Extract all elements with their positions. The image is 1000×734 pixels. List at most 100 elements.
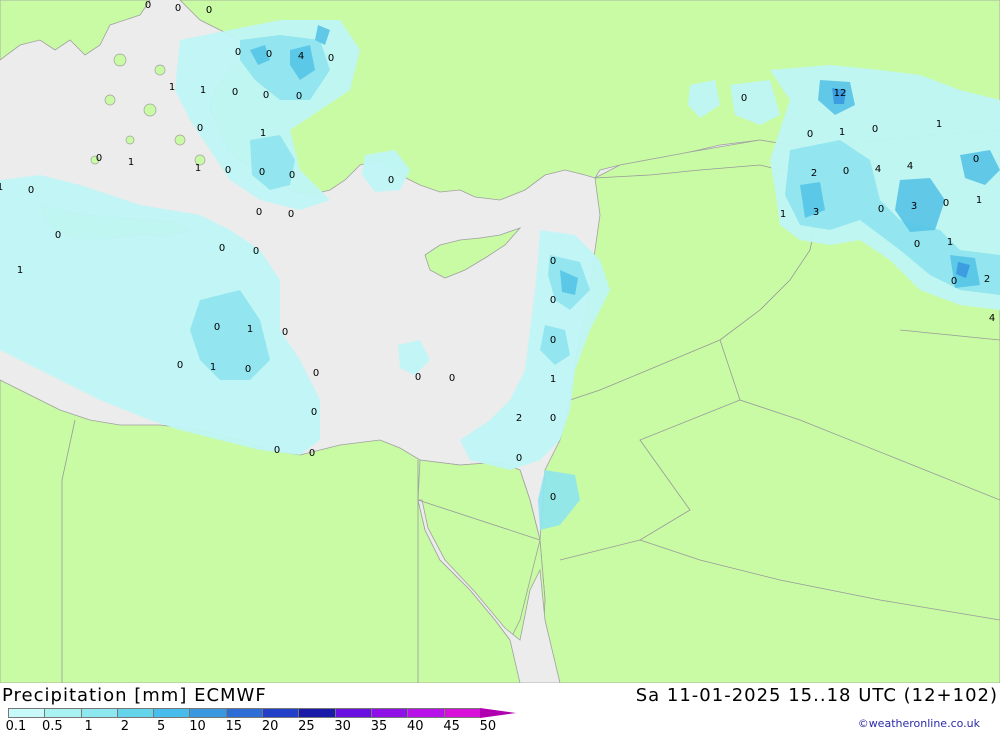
map-value-label: 0 [872, 124, 878, 135]
map-value-label: 1 [17, 265, 23, 276]
map-value-label: 0 [289, 170, 295, 181]
map-value-label: 0 [807, 129, 813, 140]
map-value-label: 1 [839, 127, 845, 138]
map-value-label: 1 [936, 119, 942, 130]
map-value-label: 0 [197, 123, 203, 134]
map-value-label: 0 [259, 167, 265, 178]
map-value-label: 1 [550, 374, 556, 385]
map-value-label: 0 [177, 360, 183, 371]
map-value-label: 0 [214, 322, 220, 333]
map-value-label: 1 [947, 237, 953, 248]
map-value-label: 3 [911, 201, 917, 212]
legend-tick-label: 30 [334, 719, 351, 734]
map-value-label: 4 [298, 51, 304, 62]
legend-swatch [80, 708, 117, 718]
map-value-label: 0 [219, 243, 225, 254]
legend-ticks: 0.1 0.5 1 2 5 10 15 20 25 30 35 40 45 50 [0, 719, 560, 734]
map-value-label: 0 [388, 175, 394, 186]
map-value-label: 0 [55, 230, 61, 241]
map-value-label: 0 [145, 0, 151, 11]
map-title: Precipitation [mm] ECMWF [2, 685, 267, 706]
legend-tick-label: 0.5 [41, 719, 63, 734]
legend-tick-label: 15 [225, 719, 243, 734]
map-value-label: 0 [843, 166, 849, 177]
map-value-label: 0 [96, 153, 102, 164]
map-value-label: 0 [28, 185, 34, 196]
map-value-label: 1 [260, 128, 266, 139]
legend-tick-label: 5 [157, 719, 166, 734]
legend-swatch [44, 708, 81, 718]
map-canvas: 0 0 0 0 0 4 0 1 1 0 0 0 1 0 0 1 1 0 0 0 1 0 0 0 0 0 0 1 0 1 0 0 1 0 0 0 0 0 0 0… [0, 0, 1000, 683]
legend-colorbar [8, 708, 516, 718]
map-footer: Precipitation [mm] ECMWF Sa 11-01-2025 1… [0, 683, 1000, 734]
map-value-label: 0 [206, 5, 212, 16]
legend-tick-label: 45 [443, 719, 460, 734]
map-value-label: 0 [274, 445, 280, 456]
legend-tick-label: 35 [370, 719, 388, 734]
map-value-label: 4 [989, 313, 995, 324]
map-value-label: 1 [247, 324, 253, 335]
map-value-label: 1 [0, 182, 3, 193]
map-value-label: 0 [943, 198, 949, 209]
precipitation-map: 0 0 0 0 0 4 0 1 1 0 0 0 1 0 0 1 1 0 0 0 1 0 0 0 0 0 0 1 0 1 0 0 1 0 0 0 0 0 0 0… [0, 0, 1000, 683]
map-value-label: 0 [296, 91, 302, 102]
map-value-label: 0 [266, 49, 272, 60]
map-value-label: 0 [256, 207, 262, 218]
legend-tick-label: 0.1 [5, 719, 27, 734]
map-value-label: 0 [313, 368, 319, 379]
legend-tick-label: 50 [479, 719, 497, 734]
map-value-label: 2 [516, 413, 522, 424]
map-value-label: 0 [282, 327, 288, 338]
legend-swatch [298, 708, 335, 718]
map-value-label: 0 [550, 492, 556, 503]
legend-swatch [443, 708, 480, 718]
map-value-label: 12 [834, 88, 847, 99]
legend-tick-label: 10 [189, 719, 206, 734]
legend-arrow [479, 708, 516, 718]
legend-tick-label: 40 [407, 719, 424, 734]
map-value-label: 1 [195, 163, 201, 174]
legend-tick-label: 25 [298, 719, 315, 734]
map-value-label: 0 [516, 453, 522, 464]
map-value-label: 0 [415, 372, 421, 383]
map-value-label: 1 [169, 82, 175, 93]
map-value-label: 1 [210, 362, 216, 373]
map-value-label: 0 [741, 93, 747, 104]
map-value-label: 0 [878, 204, 884, 215]
map-value-label: 0 [235, 47, 241, 58]
map-value-label: 0 [232, 87, 238, 98]
legend-swatch [334, 708, 371, 718]
map-value-label: 0 [449, 373, 455, 384]
credit-link[interactable]: ©weatheronline.co.uk [858, 717, 980, 730]
map-value-label: 0 [550, 413, 556, 424]
map-value-label: 0 [245, 364, 251, 375]
legend-swatch [225, 708, 263, 718]
map-value-label: 2 [811, 168, 817, 179]
map-value-label: 0 [175, 3, 181, 14]
map-value-label: 0 [328, 53, 334, 64]
map-value-label: 0 [288, 209, 294, 220]
map-value-label: 3 [813, 207, 819, 218]
legend-swatch [370, 708, 408, 718]
map-value-label: 1 [200, 85, 206, 96]
map-value-label: 0 [309, 448, 315, 459]
map-valid-time: Sa 11-01-2025 15..18 UTC (12+102) [635, 685, 998, 706]
map-value-label: 0 [550, 256, 556, 267]
map-value-label: 0 [311, 407, 317, 418]
legend-tick-label: 2 [120, 719, 130, 734]
legend-swatch [8, 708, 45, 718]
legend-swatch [262, 708, 299, 718]
map-value-label: 0 [973, 154, 979, 165]
map-value-label: 4 [875, 164, 881, 175]
legend-swatch [189, 708, 226, 718]
map-value-label: 1 [976, 195, 982, 206]
legend-swatch [153, 708, 190, 718]
map-value-label: 1 [780, 209, 786, 220]
legend-tick-label: 1 [84, 719, 93, 734]
legend-swatch [116, 708, 154, 718]
legend-swatch [407, 708, 444, 718]
map-value-label: 0 [263, 90, 269, 101]
map-value-label: 1 [128, 157, 134, 168]
map-value-label: 0 [253, 246, 259, 257]
map-value-label: 0 [550, 295, 556, 306]
